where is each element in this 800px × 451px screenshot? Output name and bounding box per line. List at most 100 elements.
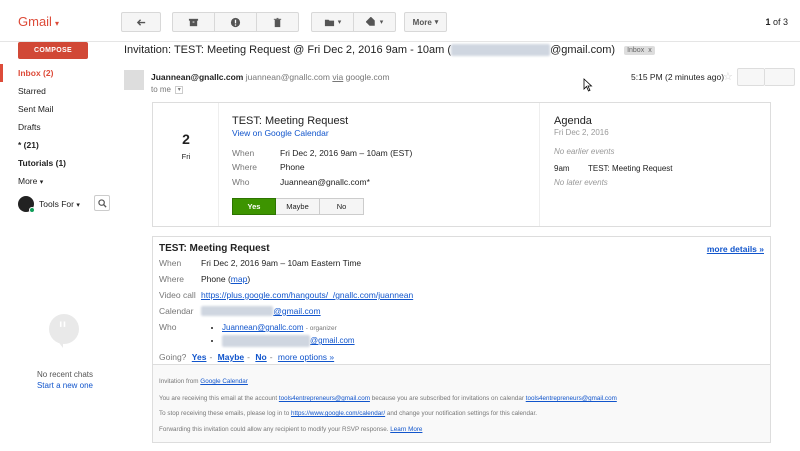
rsvp-buttons: Yes Maybe No xyxy=(232,198,364,215)
archive-button[interactable] xyxy=(172,12,215,32)
going-no-link[interactable]: No xyxy=(255,352,266,362)
agenda-event[interactable]: 9am TEST: Meeting Request xyxy=(554,164,672,173)
no-earlier-events: No earlier events xyxy=(554,147,615,156)
spam-icon xyxy=(230,17,241,27)
details-title: TEST: Meeting Request xyxy=(159,243,270,254)
account-email-link[interactable]: tools4entrepreneurs@gmail.com xyxy=(279,395,370,402)
via-link[interactable]: via xyxy=(332,72,343,82)
event-invite-card: 2 Fri TEST: Meeting Request View on Goog… xyxy=(152,102,771,227)
delete-button[interactable] xyxy=(256,12,299,32)
guest-list: Juannean@gnallc.com - organizer xxxxxxxx… xyxy=(210,322,355,347)
rsvp-maybe-button[interactable]: Maybe xyxy=(276,198,320,215)
hangouts-user-row[interactable]: Tools For ▾ xyxy=(15,194,110,214)
sidebar-nav: Inbox (2) Starred Sent Mail Drafts * (21… xyxy=(0,64,115,190)
sidebar-item-sent[interactable]: Sent Mail xyxy=(0,100,115,118)
event-day-number: 2 xyxy=(182,131,190,147)
going-row: Going? Yes - Maybe - No - more options » xyxy=(159,352,337,362)
pager-current: 1 xyxy=(765,17,771,27)
message-time: 5:15 PM (2 minutes ago) xyxy=(631,72,725,82)
calendar-email-link[interactable]: @gmail.com xyxy=(273,306,320,316)
rsvp-yes-button[interactable]: Yes xyxy=(232,198,276,215)
organizer-link[interactable]: Juannean@gnallc.com xyxy=(222,323,304,332)
details-where-row: Where Phone (map) xyxy=(159,274,250,284)
via-domain: google.com xyxy=(345,72,390,82)
online-status-icon xyxy=(29,207,35,213)
start-new-chat-link[interactable]: Start a new one xyxy=(37,381,93,390)
trash-icon xyxy=(273,17,282,27)
gmail-logo-text: Gmail xyxy=(18,14,52,29)
separator: - xyxy=(209,352,213,362)
close-icon[interactable]: x xyxy=(648,47,652,54)
pager: 1 of 3 xyxy=(765,17,788,27)
view-calendar-link[interactable]: View on Google Calendar xyxy=(232,128,329,138)
agenda-event-time: 9am xyxy=(554,164,570,173)
footer-line-3: To stop receiving these emails, please l… xyxy=(159,410,537,417)
hangouts-link[interactable]: https://plus.google.com/hangouts/_/gnall… xyxy=(201,290,413,300)
sidebar-item-starred[interactable]: Starred xyxy=(0,82,115,100)
back-button[interactable] xyxy=(121,12,161,32)
event-where-row: Where Phone xyxy=(232,162,305,172)
sender-line: Juannean@gnallc.com juannean@gnallc.com … xyxy=(151,72,390,82)
more-details-link[interactable]: more details » xyxy=(707,244,764,254)
more-button[interactable]: More ▾ xyxy=(404,12,447,32)
sidebar-item-drafts[interactable]: Drafts xyxy=(0,118,115,136)
footer-line-4: Forwarding this invitation could allow a… xyxy=(159,426,422,433)
list-item: Juannean@gnallc.com - organizer xyxy=(222,322,355,335)
compose-button[interactable]: COMPOSE xyxy=(18,42,88,59)
sidebar-item-tutorials[interactable]: Tutorials (1) xyxy=(0,154,115,172)
more-actions-button[interactable] xyxy=(765,68,795,86)
calendar-email-link[interactable]: tools4entrepreneurs@gmail.com xyxy=(526,395,617,402)
more-options-link[interactable]: more options » xyxy=(278,352,334,362)
back-arrow-icon xyxy=(136,18,145,26)
list-item: xxxxxxxxxxxxxxxxxxxxxx@gmail.com xyxy=(222,335,355,347)
agenda-event-title: TEST: Meeting Request xyxy=(588,164,673,173)
chevron-down-icon: ▾ xyxy=(76,202,80,209)
footer-text: Invitation from xyxy=(159,378,199,385)
organizer-role: - organizer xyxy=(305,325,337,332)
mouse-cursor-icon xyxy=(583,78,593,92)
chevron-down-icon: ▾ xyxy=(54,19,59,28)
inbox-label-chip[interactable]: Inbox x xyxy=(624,45,655,55)
going-maybe-link[interactable]: Maybe xyxy=(218,352,244,362)
sidebar-item-inbox[interactable]: Inbox (2) xyxy=(0,64,115,82)
agenda-title: Agenda xyxy=(554,115,592,127)
event-title: TEST: Meeting Request xyxy=(232,115,349,127)
chevron-down-icon: ▾ xyxy=(39,179,44,186)
going-yes-link[interactable]: Yes xyxy=(192,352,207,362)
details-who-row: Who xyxy=(159,322,201,332)
star-icon[interactable]: ☆ xyxy=(723,70,733,83)
guest-email-link[interactable]: @gmail.com xyxy=(310,336,355,345)
report-spam-button[interactable] xyxy=(214,12,257,32)
search-people-button[interactable] xyxy=(94,195,110,211)
archive-icon xyxy=(188,18,199,26)
hangouts-user-name: Tools For ▾ xyxy=(39,199,80,209)
move-to-button[interactable]: ▾ xyxy=(311,12,354,32)
rsvp-no-button[interactable]: No xyxy=(320,198,364,215)
learn-more-link[interactable]: Learn More xyxy=(390,426,422,433)
where-close: ) xyxy=(247,274,251,284)
who-label: Who xyxy=(232,177,250,187)
reply-button[interactable] xyxy=(737,68,765,86)
more-label: More xyxy=(412,17,432,27)
sidebar-item-star-label[interactable]: * (21) xyxy=(0,136,115,154)
calendar-settings-link[interactable]: https://www.google.com/calendar/ xyxy=(291,410,385,417)
chevron-down-icon: ▾ xyxy=(337,19,342,26)
labels-button[interactable]: ▾ xyxy=(353,12,396,32)
sender-name[interactable]: Juannean@gnallc.com xyxy=(151,72,243,82)
who-value: Juannean@gnallc.com* xyxy=(280,177,370,187)
footer-text: because you are subscribed for invitatio… xyxy=(371,395,524,402)
where-value: Phone xyxy=(280,162,305,172)
when-label: When xyxy=(232,148,255,158)
sidebar-item-more[interactable]: More ▾ xyxy=(0,172,115,190)
more-label: More xyxy=(18,176,38,186)
map-link[interactable]: map xyxy=(231,274,248,284)
gmail-logo[interactable]: Gmail ▾ xyxy=(18,14,59,29)
show-details-icon[interactable]: ▾ xyxy=(175,85,184,94)
to-me-text: to me xyxy=(151,85,172,94)
email-subject: Invitation: TEST: Meeting Request @ Fri … xyxy=(124,44,655,56)
separator: - xyxy=(247,352,250,362)
separator: - xyxy=(269,352,273,362)
chevron-down-icon: ▾ xyxy=(434,19,439,26)
google-calendar-link[interactable]: Google Calendar xyxy=(200,378,248,385)
calendar-label: Calendar xyxy=(159,306,194,316)
